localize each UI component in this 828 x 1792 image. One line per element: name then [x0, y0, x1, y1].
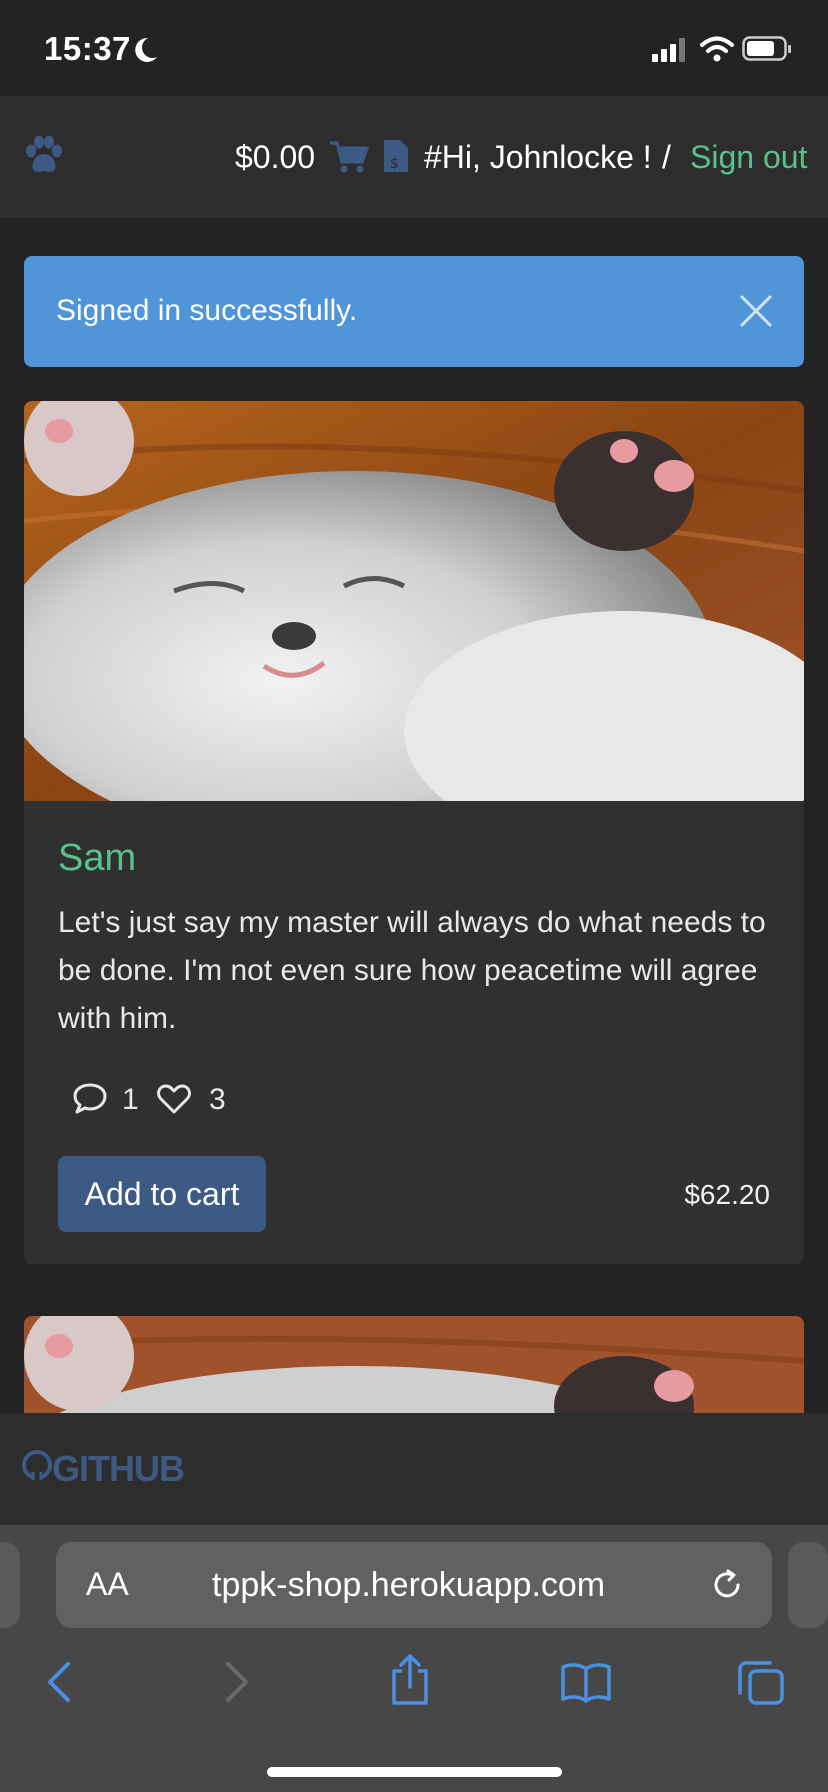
next-tab-stub[interactable] — [788, 1542, 828, 1628]
home-indicator — [267, 1767, 562, 1777]
browser-toolbar: AA tppk-shop.herokuapp.com — [0, 1525, 828, 1792]
cart-icon[interactable] — [330, 140, 370, 174]
svg-text:$: $ — [390, 156, 399, 172]
like-count: 3 — [209, 1083, 226, 1116]
url-text[interactable]: tppk-shop.herokuapp.com — [212, 1566, 605, 1605]
nav-separator: / — [662, 139, 671, 175]
back-icon[interactable] — [44, 1660, 74, 1704]
reload-icon[interactable] — [710, 1568, 744, 1602]
battery-icon — [742, 36, 791, 61]
product-price: $62.20 — [684, 1179, 770, 1210]
github-link[interactable]: GITHUB — [52, 1448, 185, 1490]
cat-image[interactable] — [24, 1316, 804, 1416]
flash-alert: Signed in successfully. — [24, 256, 804, 367]
forward-icon[interactable] — [222, 1660, 252, 1704]
invoice-icon[interactable]: $ — [382, 138, 410, 174]
cart-balance: $0.00 — [235, 139, 316, 175]
cat-image[interactable] — [24, 401, 804, 801]
add-to-cart-button[interactable]: Add to cart — [58, 1156, 266, 1232]
address-bar[interactable]: AA tppk-shop.herokuapp.com — [56, 1542, 772, 1628]
github-icon[interactable] — [22, 1450, 52, 1482]
close-icon[interactable] — [739, 294, 773, 328]
product-name[interactable]: Sam — [58, 837, 136, 880]
comment-count: 1 — [122, 1083, 139, 1116]
footer: GITHUB — [0, 1413, 828, 1525]
wifi-icon — [700, 36, 734, 62]
previous-tab-stub[interactable] — [0, 1542, 20, 1628]
signal-icon — [652, 38, 685, 62]
product-card — [24, 1316, 804, 1416]
heart-icon[interactable] — [156, 1083, 192, 1115]
product-card: Sam Let's just say my master will always… — [24, 401, 804, 1264]
navbar: $0.00 $ #Hi, Johnlocke ! / Sign out — [0, 96, 828, 218]
product-description: Let's just say my master will always do … — [58, 906, 766, 1035]
signout-link[interactable]: Sign out — [690, 139, 807, 176]
alert-message: Signed in successfully. — [56, 294, 358, 327]
tabs-icon[interactable] — [736, 1657, 786, 1707]
status-time: 15:37 — [44, 30, 131, 67]
comment-icon[interactable] — [72, 1081, 108, 1115]
moon-icon — [135, 37, 157, 62]
status-bar: 15:37 — [0, 0, 828, 96]
reader-settings-button[interactable]: AA — [86, 1566, 129, 1603]
paw-logo-icon[interactable] — [22, 136, 66, 176]
user-greeting: #Hi, Johnlocke ! — [424, 139, 652, 175]
bookmarks-icon[interactable] — [560, 1661, 612, 1703]
share-icon[interactable] — [388, 1653, 432, 1707]
